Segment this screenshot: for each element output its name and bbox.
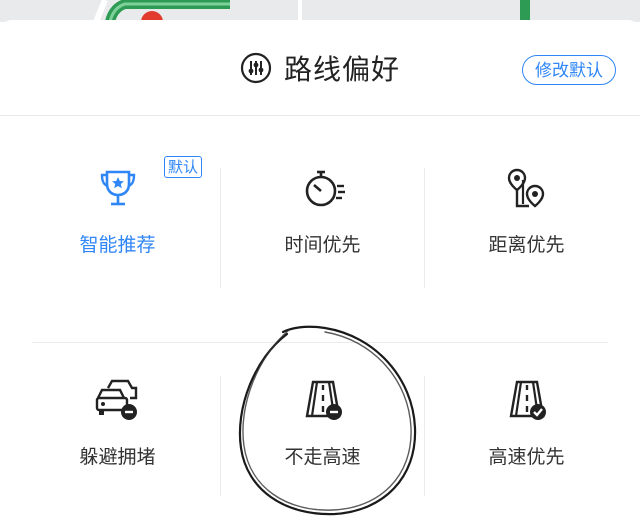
option-label: 躲避拥堵 — [79, 446, 156, 468]
option-label: 距离优先 — [488, 234, 565, 256]
preference-sliders-icon — [240, 52, 272, 84]
column-divider — [424, 168, 425, 288]
trophy-icon — [100, 170, 135, 206]
column-divider — [424, 376, 425, 496]
sheet-header: 路线偏好 修改默认 — [0, 20, 640, 116]
route-distance-icon — [507, 168, 544, 208]
highway-priority-icon — [509, 380, 546, 420]
option-highway-priority[interactable]: 高速优先 — [424, 328, 629, 478]
option-avoid-congestion[interactable]: 躲避拥堵 — [15, 328, 220, 478]
route-preference-sheet: 路线偏好 修改默认 智能推荐 默认 时间优先 距离优先 躲避拥堵 不走高速 高速… — [0, 20, 640, 525]
default-badge: 默认 — [164, 156, 203, 178]
column-divider — [220, 376, 221, 496]
page-title: 路线偏好 — [283, 53, 400, 86]
option-label: 不走高速 — [284, 446, 361, 468]
row-divider — [32, 342, 608, 343]
edit-default-button[interactable]: 修改默认 — [522, 55, 616, 85]
option-label: 高速优先 — [488, 446, 565, 468]
no-highway-icon — [305, 380, 342, 420]
option-label: 时间优先 — [284, 234, 361, 256]
option-no-highway[interactable]: 不走高速 — [220, 328, 425, 478]
map-background — [0, 0, 640, 22]
option-smart-recommend[interactable]: 智能推荐 — [15, 116, 220, 266]
stopwatch-icon — [305, 170, 345, 207]
option-time-priority[interactable]: 时间优先 — [220, 116, 425, 266]
preference-grid: 智能推荐 默认 时间优先 距离优先 躲避拥堵 不走高速 高速优先 — [0, 116, 640, 525]
column-divider — [220, 168, 221, 288]
avoid-congestion-icon — [95, 379, 137, 420]
option-distance-priority[interactable]: 距离优先 — [424, 116, 629, 266]
map-roads — [0, 0, 640, 22]
option-label: 智能推荐 — [79, 234, 156, 256]
